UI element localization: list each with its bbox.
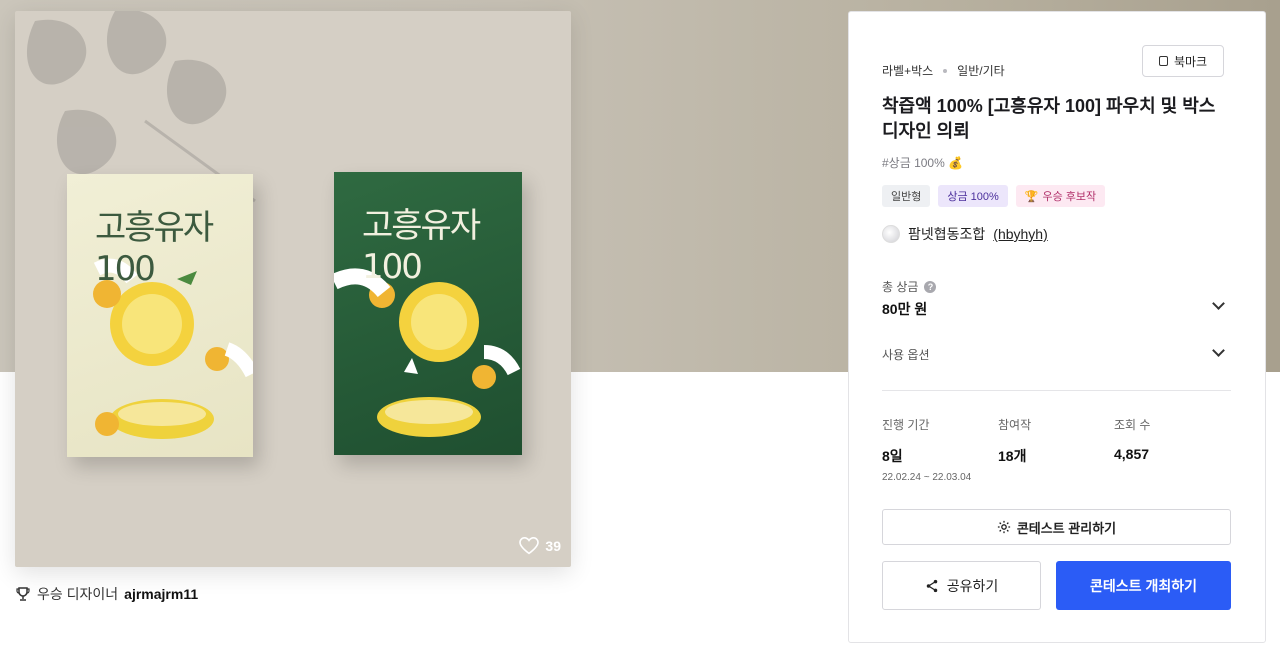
host-info[interactable]: 팜넷협동조합 (hbyhyh) [882, 224, 1048, 244]
prize-label-row: 총 상금 ? [882, 278, 937, 295]
host-id[interactable]: (hbyhyh) [993, 226, 1047, 242]
avatar [882, 225, 900, 243]
winner-prefix: 우승 디자이너 [37, 586, 119, 602]
stat-entries-label: 참여작 [998, 418, 1032, 432]
badge-type: 일반형 [882, 185, 931, 207]
category-link[interactable]: 라벨+박스 [882, 62, 933, 79]
stat-period: 진행 기간 8일 22.02.24 ~ 22.03.04 [882, 416, 971, 483]
prize-value: 80만 원 [882, 301, 928, 317]
contest-info-panel: 라벨+박스 일반/기타 북마크 착즙액 100% [고흥유자 100] 파우치 … [848, 11, 1266, 643]
bookmark-button[interactable]: 북마크 [1142, 45, 1224, 77]
stat-period-value: 8일 [882, 448, 903, 464]
trophy-icon: 🏆 [1024, 190, 1039, 203]
help-icon[interactable]: ? [924, 280, 937, 293]
share-icon [926, 579, 937, 592]
divider [882, 390, 1231, 391]
gear-icon [997, 520, 1010, 534]
stat-views-value: 4,857 [1114, 446, 1150, 462]
separator-dot [943, 68, 948, 73]
stat-entries-value: 18개 [998, 448, 1027, 464]
badge-candidate-label: 우승 후보작 [1042, 191, 1097, 203]
badge-list: 일반형 상금 100% 🏆 우승 후보작 [882, 185, 1106, 207]
bookmark-icon [1158, 56, 1168, 66]
usage-label[interactable]: 사용 옵션 [882, 346, 930, 363]
heart-icon [519, 537, 540, 555]
breadcrumb: 라벨+박스 일반/기타 [882, 62, 1005, 79]
contest-title: 착즙액 100% [고흥유자 100] 파우치 및 박스 디자인 의뢰 [882, 96, 1216, 141]
like-count: 39 [545, 538, 561, 554]
badge-prize: 상금 100% [938, 185, 1008, 207]
pouch-brand-text: 고흥유자100 [362, 206, 481, 287]
share-label: 공유하기 [946, 577, 999, 594]
tagline: #상금 100% 💰 [882, 156, 964, 170]
product-image[interactable]: 고흥유자100 고흥유자100 39 [15, 11, 571, 567]
stat-views: 조회 수 4,857 [1114, 416, 1150, 462]
pouch-brand-text: 고흥유자100 [95, 208, 214, 289]
badge-candidate: 🏆 우승 후보작 [1015, 185, 1106, 207]
subcategory-link[interactable]: 일반/기타 [957, 62, 1005, 79]
prize-label: 총 상금 [882, 280, 919, 294]
host-contest-button[interactable]: 콘테스트 개최하기 [1056, 561, 1231, 610]
chevron-down-icon[interactable] [1212, 297, 1225, 310]
pouch-green: 고흥유자100 [334, 172, 522, 455]
share-button[interactable]: 공유하기 [882, 561, 1041, 610]
stat-entries: 참여작 18개 [998, 416, 1031, 466]
winner-name[interactable]: ajrmajrm11 [124, 586, 198, 602]
stat-period-dates: 22.02.24 ~ 22.03.04 [882, 472, 972, 483]
stat-period-label: 진행 기간 [882, 418, 930, 432]
bookmark-label: 북마크 [1173, 54, 1208, 69]
stat-views-label: 조회 수 [1114, 418, 1151, 432]
like-counter[interactable]: 39 [519, 537, 561, 555]
trophy-icon [16, 587, 30, 601]
host-name: 팜넷협동조합 [908, 226, 986, 242]
pouch-cream: 고흥유자100 [67, 174, 253, 457]
manage-contest-label: 콘테스트 관리하기 [1016, 520, 1117, 536]
winner-designer: 우승 디자이너 ajrmajrm11 [15, 584, 198, 604]
manage-contest-button[interactable]: 콘테스트 관리하기 [882, 509, 1231, 545]
chevron-down-icon[interactable] [1212, 344, 1225, 357]
